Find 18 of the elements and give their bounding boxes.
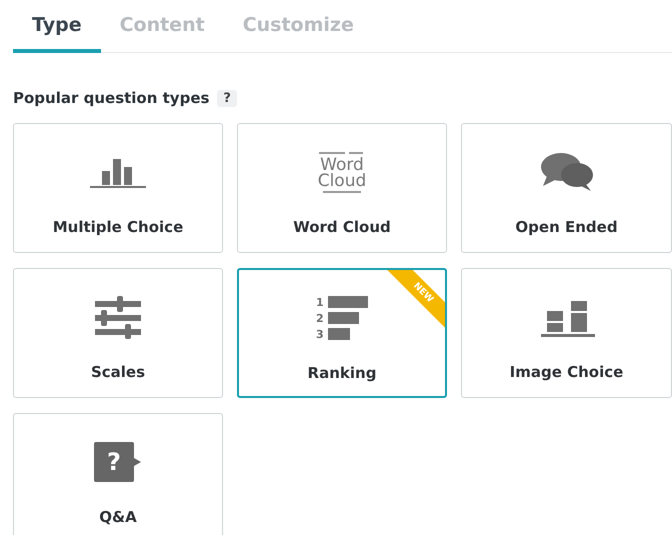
question-type-card[interactable]: Open Ended xyxy=(461,123,672,253)
question-type-card[interactable]: Multiple Choice xyxy=(13,123,223,253)
card-label: Ranking xyxy=(308,364,376,382)
card-label: Open Ended xyxy=(515,218,618,236)
card-label: Word Cloud xyxy=(293,218,391,236)
card-label: Image Choice xyxy=(510,363,624,381)
question-type-card[interactable]: Word Cloud Word Cloud xyxy=(237,123,447,253)
speech-bubbles-icon xyxy=(538,150,594,194)
section-heading: Popular question types xyxy=(13,89,210,107)
help-button[interactable]: ? xyxy=(217,90,237,106)
question-type-card[interactable]: ? Q&A xyxy=(13,413,223,535)
sliders-icon xyxy=(93,295,143,339)
card-label: Q&A xyxy=(99,508,137,526)
question-type-card[interactable]: Image Choice xyxy=(461,268,672,398)
card-label: Scales xyxy=(90,363,146,381)
question-type-card[interactable]: Scales xyxy=(13,268,223,398)
tab[interactable]: Type xyxy=(13,0,101,53)
card-label: Multiple Choice xyxy=(52,218,184,236)
